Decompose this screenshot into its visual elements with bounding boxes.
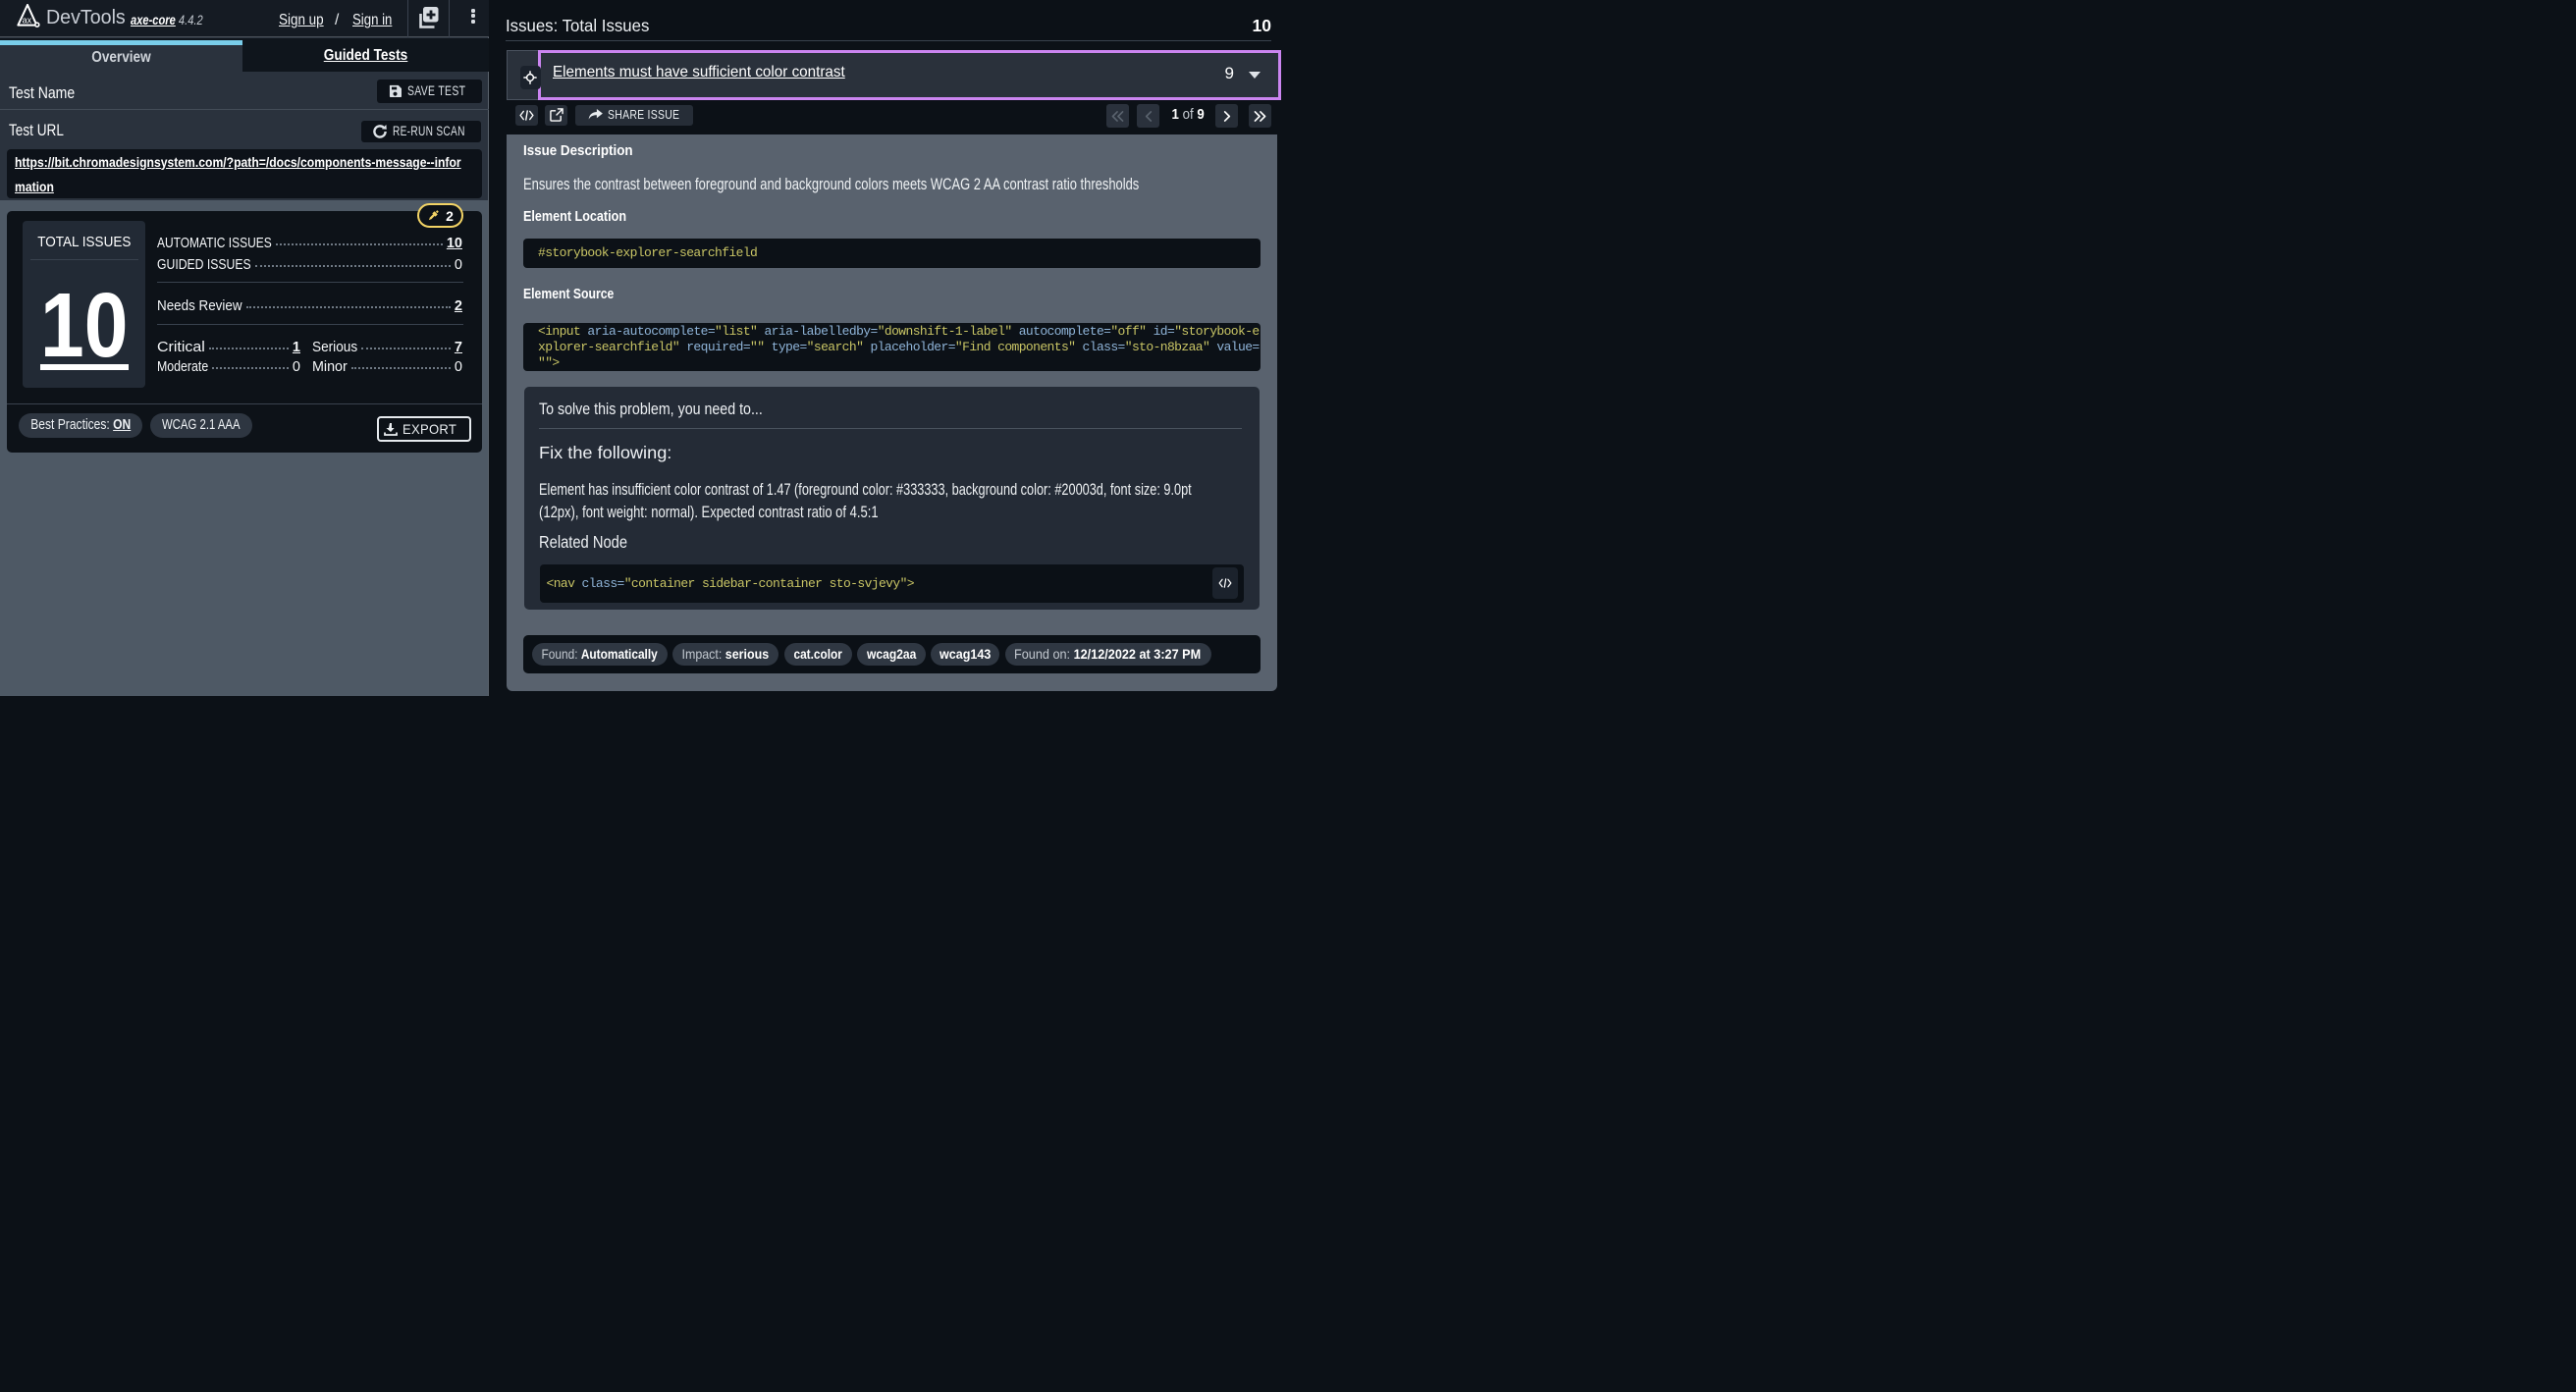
svg-text:ax: ax: [23, 15, 32, 25]
